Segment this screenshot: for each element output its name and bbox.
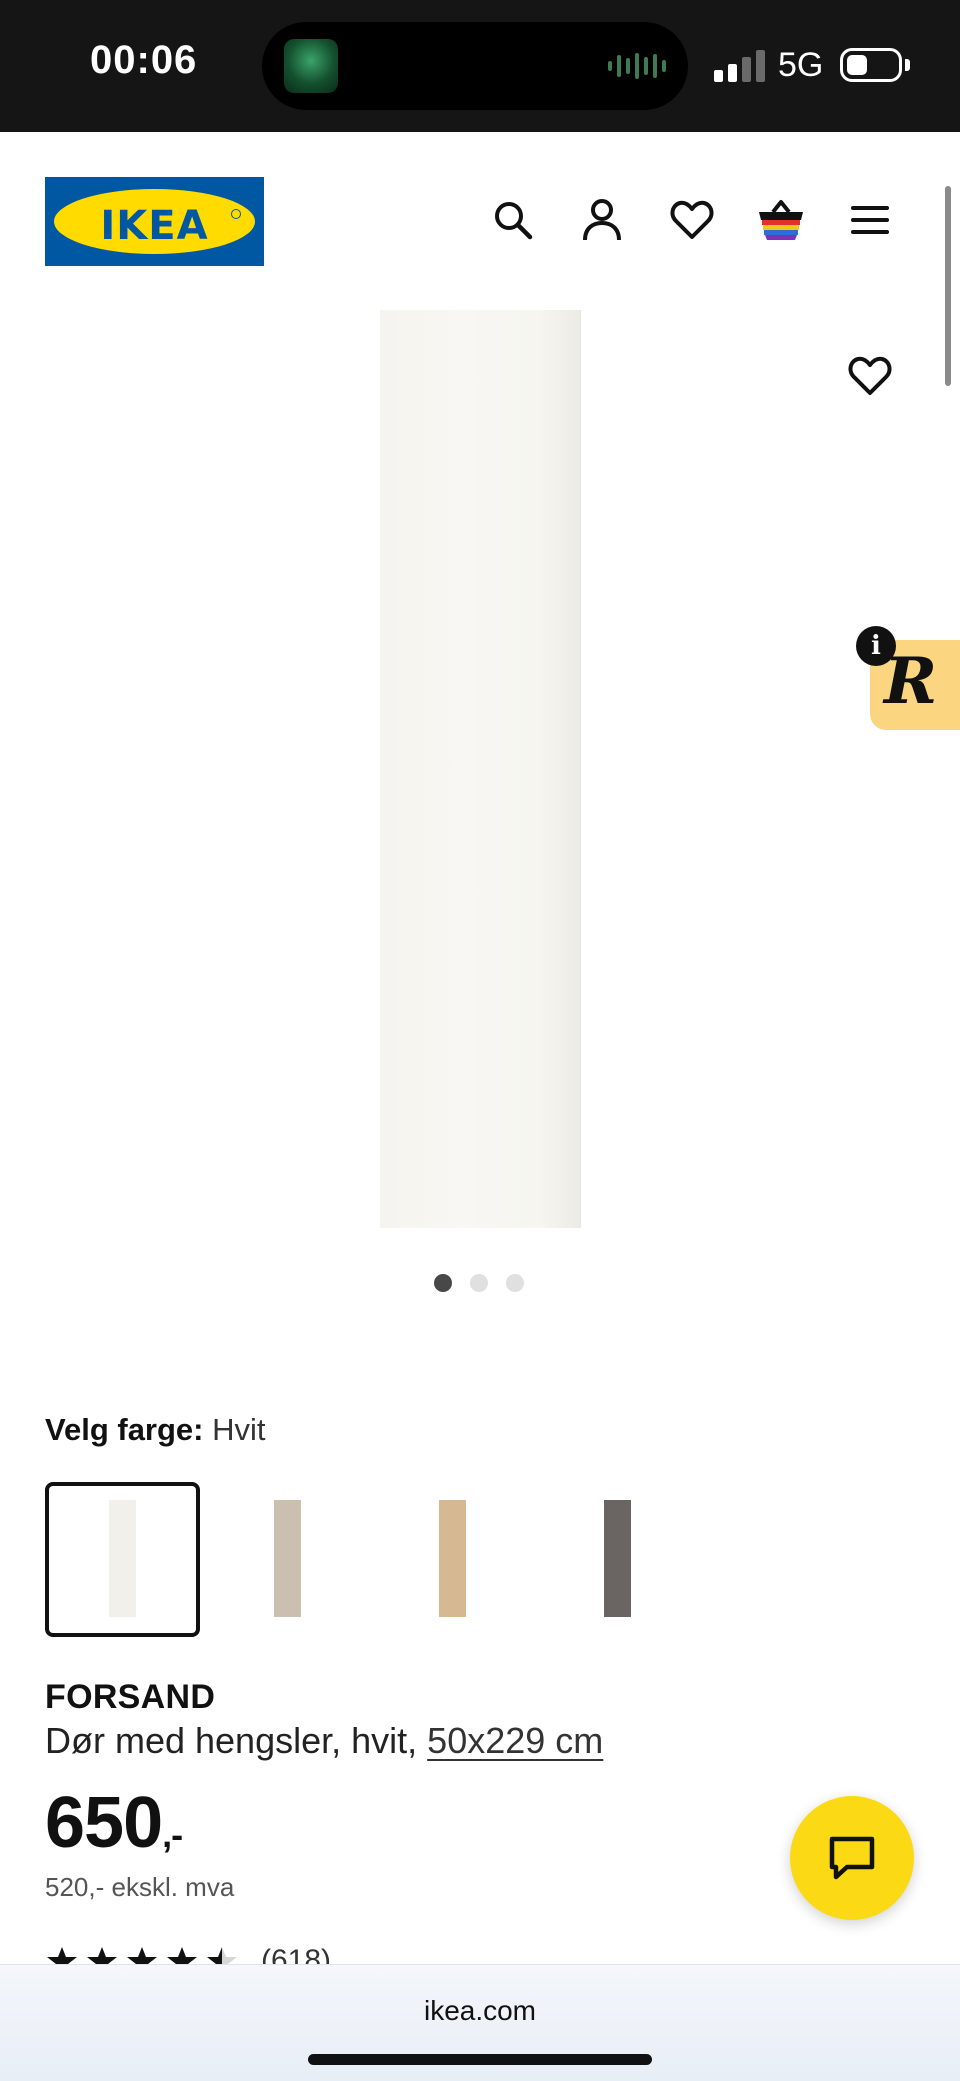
size-link[interactable]: 50x229 cm	[427, 1720, 603, 1761]
audio-waveform-icon	[608, 52, 666, 80]
basket-icon[interactable]	[753, 192, 809, 248]
color-swatch[interactable]	[540, 1482, 695, 1637]
pagination-dot[interactable]	[506, 1274, 524, 1292]
heart-icon[interactable]	[664, 192, 720, 248]
price-suffix: ,-	[162, 1814, 183, 1855]
battery-tip	[905, 59, 910, 71]
battery-icon	[840, 48, 902, 82]
price: 650,-	[45, 1782, 183, 1864]
logo-oval: IKEA	[54, 189, 255, 254]
favorite-heart-icon[interactable]	[842, 348, 898, 404]
color-swatch[interactable]	[375, 1482, 530, 1637]
info-icon[interactable]: i	[856, 626, 896, 666]
product-image[interactable]	[380, 310, 580, 1228]
account-icon[interactable]	[574, 192, 630, 248]
signal-icon	[714, 50, 765, 82]
logo-text: IKEA	[100, 203, 209, 249]
swatch-panel	[604, 1500, 631, 1617]
pagination-dot[interactable]	[434, 1274, 452, 1292]
price-excl-vat: 520,- ekskl. mva	[45, 1872, 235, 1902]
image-pagination	[434, 1274, 524, 1292]
registered-mark-icon	[231, 209, 241, 219]
color-swatches	[45, 1482, 705, 1637]
price-value: 650	[45, 1783, 163, 1863]
status-time: 00:06	[90, 38, 198, 82]
color-label: Velg farge: Hvit	[45, 1412, 266, 1448]
menu-icon[interactable]	[842, 192, 898, 248]
swatch-panel	[439, 1500, 466, 1617]
ikea-logo[interactable]: IKEA	[45, 177, 264, 266]
swatch-panel	[274, 1500, 301, 1617]
site-header: IKEA	[0, 132, 960, 312]
product-name: FORSAND	[45, 1678, 216, 1716]
dynamic-island[interactable]	[262, 22, 688, 110]
product-description-text: Dør med hengsler, hvit,	[45, 1720, 418, 1761]
now-playing-art-icon	[284, 39, 338, 93]
pagination-dot[interactable]	[470, 1274, 488, 1292]
swatch-panel	[109, 1500, 136, 1617]
color-label-value: Hvit	[212, 1412, 266, 1447]
chat-button[interactable]	[790, 1796, 914, 1920]
url-text: ikea.com	[423, 1995, 537, 2026]
network-type: 5G	[778, 46, 824, 84]
search-icon[interactable]	[485, 192, 541, 248]
color-swatch[interactable]	[45, 1482, 200, 1637]
status-bar: 00:06 5G	[0, 0, 960, 132]
scrollbar[interactable]	[945, 186, 951, 386]
product-description: Dør med hengsler, hvit, 50x229 cm	[45, 1720, 603, 1762]
color-label-title: Velg farge:	[45, 1412, 204, 1447]
home-indicator[interactable]	[308, 2054, 652, 2065]
color-swatch[interactable]	[210, 1482, 365, 1637]
chat-icon	[829, 1836, 875, 1880]
